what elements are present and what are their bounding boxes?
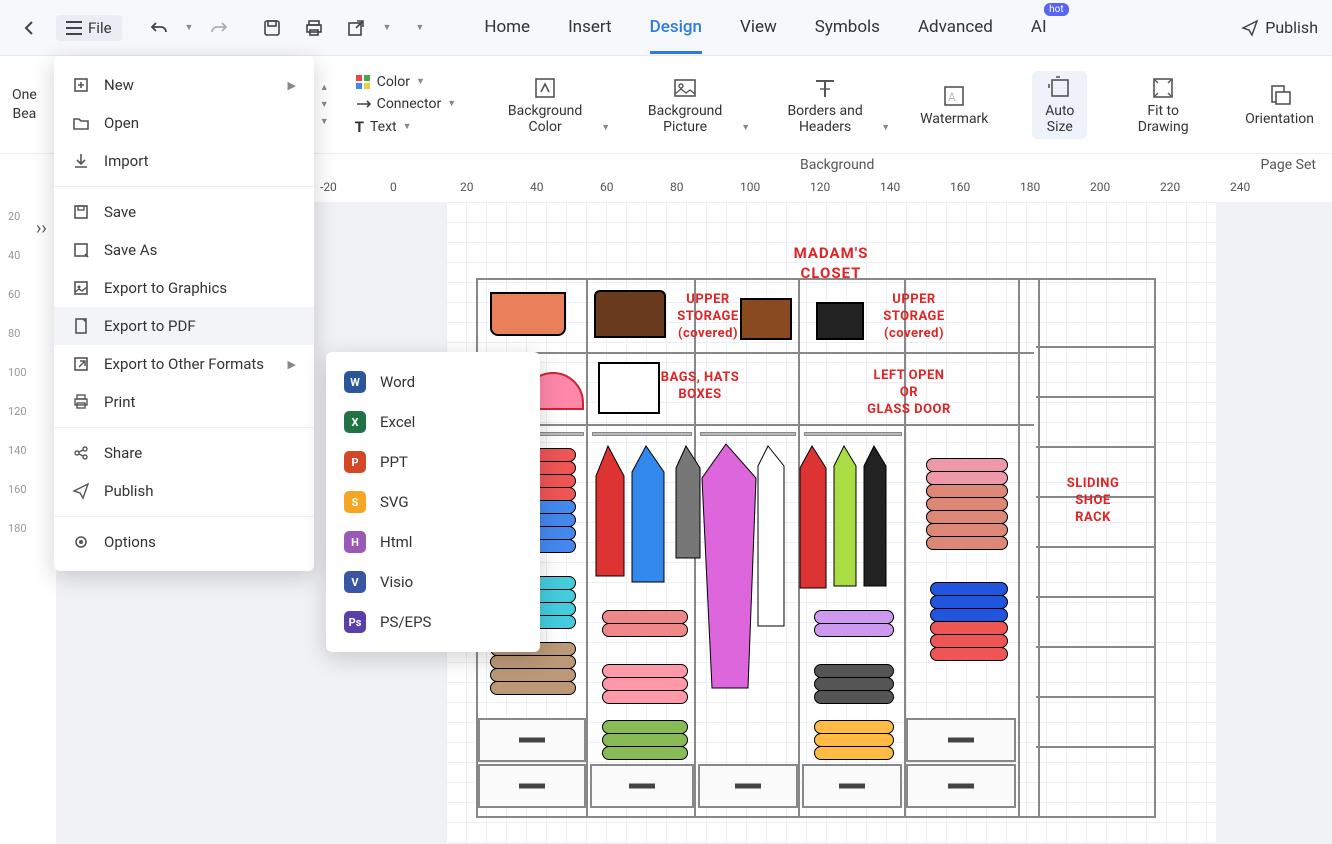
hanging-clothes [590, 436, 910, 716]
tab-advanced[interactable]: Advanced [918, 17, 993, 39]
watermark-button[interactable]: AWatermark [914, 79, 994, 131]
hamburger-icon [66, 21, 82, 35]
undo-dropdown[interactable]: ▼ [185, 22, 194, 33]
closet-frame: UPPERSTORAGE(covered) UPPERSTORAGE(cover… [476, 278, 1156, 818]
background-group-label: Background [800, 157, 874, 173]
menu-export-graphics[interactable]: Export to Graphics [54, 269, 314, 307]
redo-button[interactable] [203, 12, 235, 44]
submenu-visio[interactable]: VVisio [326, 562, 540, 602]
file-label: File [88, 19, 112, 37]
tool-selectors: ▲ ▼ ▼ [320, 82, 329, 127]
tool-more[interactable]: ▼ [320, 116, 329, 127]
collapse-sidebar-button[interactable]: ›› [36, 218, 47, 239]
tab-view[interactable]: View [740, 17, 777, 39]
menu-new[interactable]: New▶ [54, 66, 314, 104]
bg-color-button[interactable]: Background Color▼ [494, 71, 596, 139]
publish-label: Publish [1265, 18, 1318, 37]
bg-picture-button[interactable]: Background Picture▼ [634, 71, 736, 139]
submenu-ppt[interactable]: PPPT [326, 442, 540, 482]
menu-print[interactable]: Print [54, 383, 314, 421]
menu-open[interactable]: Open [54, 104, 314, 142]
export-button[interactable] [340, 12, 372, 44]
undo-button[interactable] [143, 12, 175, 44]
fit-drawing-button[interactable]: Fit to Drawing [1125, 71, 1201, 139]
submenu-excel[interactable]: XExcel [326, 402, 540, 442]
main-tabs: Home Insert Design View Symbols Advanced… [484, 17, 1046, 39]
menu-export-other[interactable]: Export to Other Formats▶ [54, 345, 314, 383]
drawing-page[interactable]: MADAM'SCLOSET UPPERSTORAGE(covered) UPPE… [446, 202, 1216, 842]
top-toolbar: File ▼ ▼ ▼ Home Insert Design View Symbo… [0, 0, 1332, 56]
send-icon [1241, 19, 1259, 37]
menu-save[interactable]: Save [54, 193, 314, 231]
horizontal-ruler: -20020406080100120140160180200220240 [320, 180, 1332, 202]
save-button[interactable] [256, 12, 288, 44]
format-group: Color▼ Connector▼ TText▼ [355, 74, 456, 136]
page-indicator: OneBea [12, 86, 37, 122]
tool-down[interactable]: ▼ [320, 99, 329, 110]
export-dropdown[interactable]: ▼ [382, 22, 391, 33]
borders-button[interactable]: Borders and Headers▼ [774, 71, 876, 139]
tab-symbols[interactable]: Symbols [815, 17, 880, 39]
export-format-submenu: WWord XExcel PPPT SSVG HHtml VVisio PsPS… [326, 352, 540, 652]
auto-size-button[interactable]: Auto Size [1032, 71, 1087, 139]
tab-ai[interactable]: AI [1031, 17, 1047, 39]
back-button[interactable] [14, 12, 46, 44]
page-set-label: Page Set [1261, 157, 1316, 173]
file-menu-button[interactable]: File [56, 15, 122, 41]
submenu-word[interactable]: WWord [326, 362, 540, 402]
menu-options[interactable]: Options [54, 523, 314, 561]
print-button[interactable] [298, 12, 330, 44]
tab-home[interactable]: Home [484, 17, 530, 39]
vertical-ruler: 20406080100120140160180 [8, 210, 30, 535]
menu-save-as[interactable]: Save As [54, 231, 314, 269]
connector-button[interactable]: Connector▼ [355, 96, 456, 112]
tab-design[interactable]: Design [650, 17, 702, 39]
menu-share[interactable]: Share [54, 434, 314, 472]
menu-export-pdf[interactable]: Export to PDF [54, 307, 314, 345]
more-dropdown[interactable]: ▼ [415, 22, 424, 33]
menu-import[interactable]: Import [54, 142, 314, 180]
submenu-html[interactable]: HHtml [326, 522, 540, 562]
submenu-svg[interactable]: SSVG [326, 482, 540, 522]
file-dropdown-menu: New▶ Open Import Save Save As Export to … [54, 56, 314, 571]
tab-insert[interactable]: Insert [568, 17, 612, 39]
color-button[interactable]: Color▼ [355, 74, 456, 90]
publish-button[interactable]: Publish [1241, 18, 1318, 37]
orientation-button[interactable]: Orientation [1239, 79, 1320, 131]
text-button[interactable]: TText▼ [355, 118, 456, 136]
submenu-ps[interactable]: PsPS/EPS [326, 602, 540, 642]
menu-publish[interactable]: Publish [54, 472, 314, 510]
svg-text:A: A [948, 90, 956, 104]
tool-up[interactable]: ▲ [320, 82, 329, 93]
